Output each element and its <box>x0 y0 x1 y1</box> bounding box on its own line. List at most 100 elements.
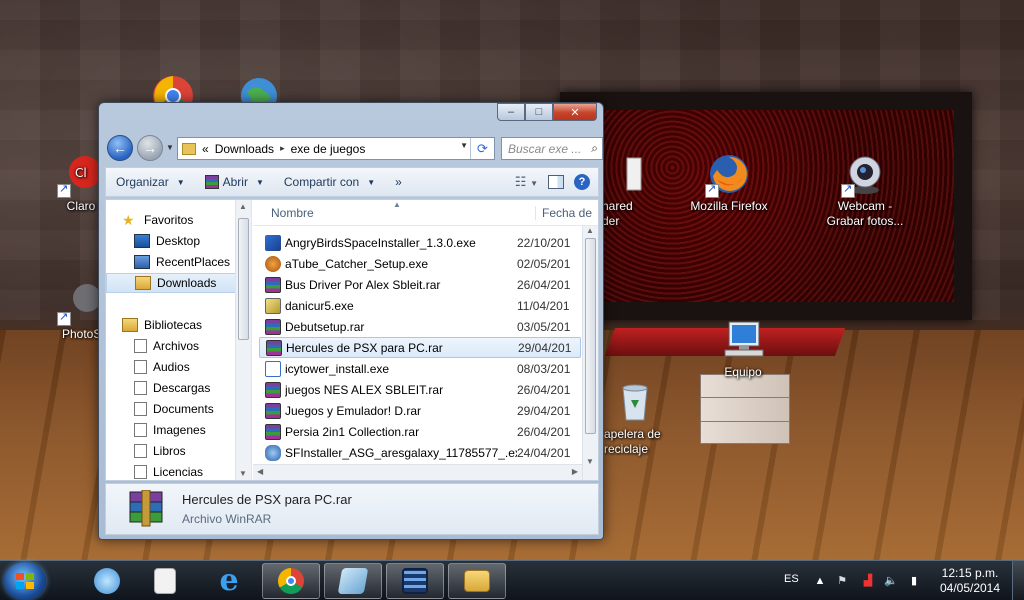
file-name: juegos NES ALEX SBLEIT.rar <box>285 382 444 397</box>
minimize-button[interactable]: – <box>497 103 525 121</box>
refresh-icon[interactable]: ⟳ <box>470 138 494 159</box>
taskbar-app-explorer[interactable] <box>448 563 506 599</box>
file-row[interactable]: SFInstaller_ASG_aresgalaxy_11785577_.exe… <box>259 442 581 463</box>
network-signal-icon[interactable]: ▟ <box>862 575 874 587</box>
nav-item-downloads[interactable]: Downloads <box>106 273 236 293</box>
nav-item-licencias[interactable]: Licencias <box>106 462 236 480</box>
taskbar-app-internet-explorer[interactable]: e <box>200 563 258 599</box>
taskbar-app-document[interactable] <box>136 563 194 599</box>
address-bar[interactable]: « Downloads ▸ exe de juegos ▼ ⟳ <box>177 137 495 160</box>
winrar-archive-icon <box>265 318 281 335</box>
show-desktop-button[interactable] <box>1012 561 1024 600</box>
maximize-button[interactable]: □ <box>525 103 553 121</box>
taskbar-app-video[interactable] <box>386 563 444 599</box>
nav-item-favoritos[interactable]: ★ Favoritos <box>106 210 236 230</box>
nav-item-libros[interactable]: Libros <box>106 441 236 461</box>
nav-item-imagenes[interactable]: Imagenes <box>106 420 236 440</box>
file-row[interactable]: Persia 2in1 Collection.rar 26/04/201 <box>259 421 581 442</box>
taskbar-app-chrome[interactable] <box>262 563 320 599</box>
address-dropdown-icon[interactable]: ▼ <box>460 141 468 150</box>
navigation-pane: ★ Favoritos Desktop RecentPlaces Downloads Bi… <box>106 200 252 480</box>
recent-pages-dropdown-icon[interactable]: ▼ <box>166 143 174 152</box>
file-date: 26/04/201 <box>517 382 571 397</box>
navigation-bar: ← → ▼ « Downloads ▸ exe de juegos ▼ ⟳ Bu… <box>105 133 603 161</box>
nav-item-recentplaces[interactable]: RecentPlaces <box>106 252 236 272</box>
more-label: » <box>395 175 402 189</box>
desktop-icon-firefox[interactable]: Mozilla Firefox <box>684 152 774 214</box>
scrollbar-thumb[interactable] <box>585 238 596 434</box>
file-row[interactable]: Bus Driver Por Alex Sbleit.rar 26/04/201 <box>259 274 581 295</box>
file-row[interactable]: juegos NES ALEX SBLEIT.rar 26/04/201 <box>259 379 581 400</box>
desktop-icon-computer[interactable]: Equipo <box>698 318 788 380</box>
desktop-icon-label: Mozilla Firefox <box>690 199 768 213</box>
shortcut-arrow-icon <box>705 182 719 198</box>
breadcrumb-downloads[interactable]: Downloads <box>215 142 280 156</box>
column-header-row: ▲ Nombre Fecha de <box>253 200 598 226</box>
document-icon <box>134 465 147 479</box>
chevron-down-icon: ▼ <box>176 177 185 187</box>
file-list-scrollbar[interactable]: ▲ ▼ <box>582 226 598 480</box>
address-overflow[interactable]: « <box>196 142 215 156</box>
photoshop-icon <box>57 280 103 326</box>
nav-item-label: Favoritos <box>144 213 194 227</box>
application-icon <box>265 255 281 272</box>
nav-item-documents[interactable]: Documents <box>106 399 236 419</box>
file-date: 26/04/201 <box>517 277 571 292</box>
forward-button[interactable]: → <box>137 135 163 161</box>
svg-text:Cl: Cl <box>75 166 87 180</box>
nav-item-archivos[interactable]: Archivos <box>106 336 236 356</box>
file-list-pane: ▲ Nombre Fecha de AngryBirdsSpaceInstall… <box>253 200 598 480</box>
shortcut-arrow-icon <box>57 182 71 198</box>
preview-pane-icon[interactable] <box>548 175 564 189</box>
column-header-date[interactable]: Fecha de <box>535 206 592 220</box>
desktop-icon-webcam[interactable]: Webcam - Grabar fotos... <box>820 152 910 229</box>
file-row[interactable]: AngryBirdsSpaceInstaller_1.3.0.exe 22/10/… <box>259 232 581 253</box>
more-commands-button[interactable]: » <box>385 168 412 196</box>
share-menu-button[interactable]: Compartir con ▼ <box>274 168 385 196</box>
folder-icon <box>182 142 196 155</box>
chevron-down-icon: ▼ <box>255 177 264 187</box>
winrar-archive-icon <box>265 402 281 419</box>
internet-explorer-icon: e <box>219 563 239 598</box>
help-icon[interactable]: ? <box>574 174 590 190</box>
file-name: AngryBirdsSpaceInstaller_1.3.0.exe <box>285 235 476 250</box>
file-row[interactable]: danicur5.exe 11/04/201 <box>259 295 581 316</box>
clock[interactable]: 12:15 p.m. 04/05/2014 <box>938 566 1002 596</box>
language-indicator[interactable]: ES <box>784 573 799 585</box>
application-icon <box>265 297 281 314</box>
document-icon <box>134 360 147 374</box>
file-row[interactable]: icytower_install.exe 08/03/201 <box>259 358 581 379</box>
navigation-pane-scrollbar[interactable]: ▲ ▼ <box>235 200 251 480</box>
file-row[interactable]: Hercules de PSX para PC.rar 29/04/201 <box>259 337 581 358</box>
taskbar: e ES ▲ ⚑ ▟ 🔈 ▮ 12:15 p.m. 04/05/2014 <box>0 560 1024 600</box>
scrollbar-thumb[interactable] <box>238 218 249 340</box>
file-row[interactable]: Debutsetup.rar 03/05/201 <box>259 316 581 337</box>
view-options-icon[interactable]: ☷ ▼ <box>515 174 538 190</box>
horizontal-scrollbar[interactable]: ◀ ▶ <box>253 464 582 480</box>
organize-menu-button[interactable]: Organizar ▼ <box>106 168 195 196</box>
file-name: Hercules de PSX para PC.rar <box>286 340 443 355</box>
nav-item-desktop[interactable]: Desktop <box>106 231 236 251</box>
nav-item-audios[interactable]: Audios <box>106 357 236 377</box>
open-menu-button[interactable]: Abrir ▼ <box>195 168 274 196</box>
file-row[interactable]: aTube_Catcher_Setup.exe 02/05/201 <box>259 253 581 274</box>
taskbar-app-brain[interactable] <box>78 563 136 599</box>
file-row[interactable]: Juegos y Emulador! D.rar 29/04/201 <box>259 400 581 421</box>
file-date: 29/04/201 <box>518 340 572 355</box>
action-center-flag-icon[interactable]: ⚑ <box>836 575 848 587</box>
volume-icon[interactable]: 🔈 <box>884 575 898 587</box>
nav-item-bibliotecas[interactable]: Bibliotecas <box>106 315 236 335</box>
column-header-name[interactable]: Nombre <box>271 206 314 220</box>
search-icon[interactable]: ⌕ <box>591 141 598 156</box>
close-button[interactable]: ✕ <box>553 103 597 121</box>
search-input[interactable]: Buscar exe ... ⌕ <box>501 137 603 160</box>
taskbar-app-active-window[interactable] <box>324 563 382 599</box>
nav-item-descargas[interactable]: Descargas <box>106 378 236 398</box>
back-button[interactable]: ← <box>107 135 133 161</box>
document-icon <box>134 381 147 395</box>
file-date: 24/04/201 <box>517 445 571 460</box>
show-hidden-icons-icon[interactable]: ▲ <box>814 575 826 587</box>
battery-icon[interactable]: ▮ <box>908 575 920 587</box>
start-button[interactable] <box>4 562 46 600</box>
breadcrumb-exe-de-juegos[interactable]: exe de juegos <box>285 142 372 156</box>
